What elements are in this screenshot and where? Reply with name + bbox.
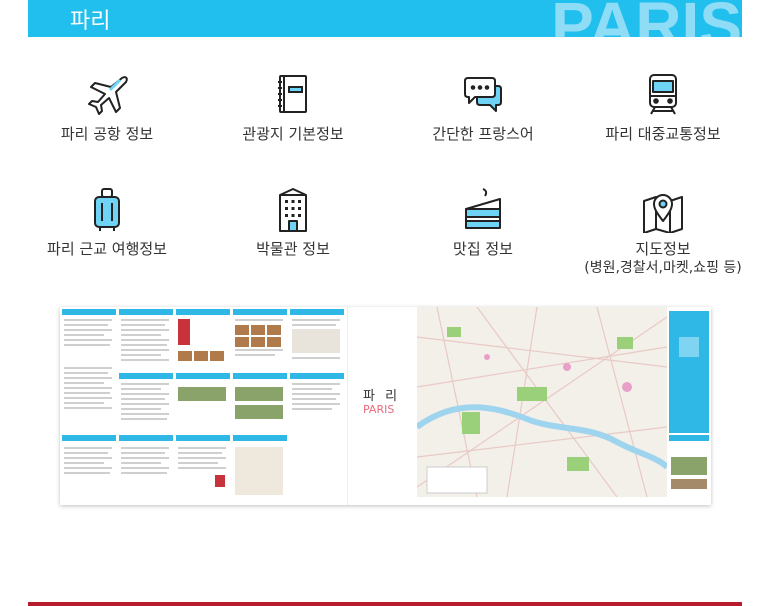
feature-label: 간단한 프랑스어	[432, 125, 534, 143]
airplane-icon	[88, 76, 128, 115]
feature-label: 파리 대중교통정보	[605, 125, 721, 143]
feature-label: 파리 근교 여행정보	[47, 240, 167, 258]
page-header: 파리 PARIS	[28, 0, 742, 37]
feature-label: 맛집 정보	[453, 240, 513, 258]
museum-building-icon	[279, 188, 307, 232]
map-index-panel	[667, 307, 711, 505]
guide-pages	[60, 307, 347, 505]
brochure-title: 파 리	[363, 389, 401, 404]
feature-french: 간단한 프랑스어	[393, 72, 573, 144]
paris-map	[417, 307, 667, 497]
feature-restaurants: 맛집 정보	[393, 187, 573, 259]
feature-label: 파리 공항 정보	[60, 125, 154, 143]
speech-bubbles-icon	[464, 77, 502, 112]
header-watermark: PARIS	[551, 0, 742, 37]
suitcase-icon	[94, 188, 120, 231]
brochure-subtitle: PARIS	[363, 403, 395, 416]
brochure-preview: 파 리 PARIS	[60, 307, 711, 505]
feature-museum: 박물관 정보	[203, 187, 383, 259]
feature-attractions: 관광지 기본정보	[203, 72, 383, 144]
train-icon	[649, 74, 677, 115]
feature-nearby: 파리 근교 여행정보	[17, 187, 197, 259]
feature-label: 박물관 정보	[256, 240, 330, 258]
feature-transport: 파리 대중교통정보	[573, 72, 753, 144]
cake-icon	[465, 188, 501, 229]
map-pin-icon	[643, 194, 683, 233]
feature-airport: 파리 공항 정보	[17, 72, 197, 144]
notebook-icon	[278, 75, 307, 113]
feature-map: 지도정보 (병원,경찰서,마켓,쇼핑 등)	[573, 187, 753, 277]
feature-label: 지도정보	[635, 240, 691, 258]
feature-sublabel: (병원,경찰서,마켓,쇼핑 등)	[584, 260, 742, 276]
bottom-accent-bar	[28, 602, 742, 606]
page-title: 파리	[70, 9, 111, 34]
feature-label: 관광지 기본정보	[242, 125, 344, 143]
